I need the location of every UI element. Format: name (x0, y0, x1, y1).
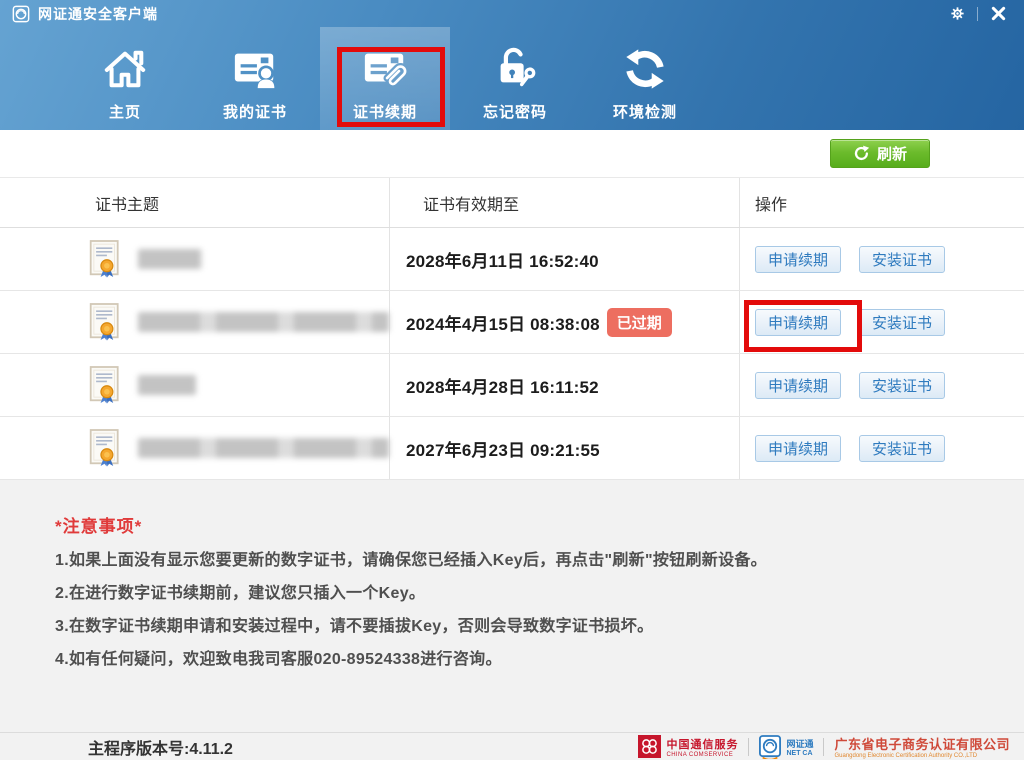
expiry-date: 2024年4月15日 08:38:08 (406, 314, 600, 334)
certificate-subject-redacted (138, 312, 389, 332)
certificate-subject-redacted (138, 249, 202, 269)
header-cert-subject: 证书主题 (0, 178, 390, 227)
certificate-icon (88, 428, 124, 468)
footer-logos: 中国通信服务 CHINA COMSERVICE 网证通 NET CA 广东省电子… (638, 734, 1010, 759)
header-actions: 操作 (755, 196, 788, 214)
renew-button[interactable]: 申请续期 (755, 371, 841, 399)
tab-environment-check[interactable]: 环境检测 (580, 27, 710, 130)
footer: 主程序版本号:4.11.2 中国通信服务 CHINA COMSERVICE 网证… (0, 732, 1024, 760)
home-icon (102, 43, 148, 95)
header-cert-expiry: 证书有效期至 (390, 178, 740, 227)
titlebar-divider (977, 6, 978, 21)
version-label: 主程序版本号:4.11.2 (88, 740, 233, 758)
expiry-date: 2028年6月11日 16:52:40 (406, 251, 599, 271)
main-nav: 主页 我的证书 证书续期 忘记密码 环境检测 (0, 27, 1024, 130)
tab-certificate-renewal[interactable]: 证书续期 (320, 27, 450, 130)
titlebar: 网证通安全客户端 (0, 0, 1024, 27)
gdca-logo: 广东省电子商务认证有限公司 Guangdong Electronic Certi… (834, 737, 1010, 759)
certificate-icon (88, 365, 124, 405)
note-item: 4.如有任何疑问，欢迎致电我司客服020-89524338进行咨询。 (55, 651, 502, 668)
id-card-person-icon (232, 43, 278, 95)
renew-button[interactable]: 申请续期 (755, 245, 841, 273)
certificate-subject-redacted (138, 438, 389, 458)
sync-arrows-icon (622, 43, 668, 95)
table-row: 2027年6月23日 09:21:55 申请续期 安装证书 (0, 417, 1024, 480)
install-button[interactable]: 安装证书 (859, 308, 945, 336)
footer-divider (823, 737, 825, 756)
table-header-row: 证书主题 证书有效期至 操作 (0, 178, 1024, 228)
unlock-wrench-icon (492, 43, 538, 95)
install-button[interactable]: 安装证书 (859, 434, 945, 462)
certificate-icon (88, 239, 124, 279)
tab-home[interactable]: 主页 (60, 27, 190, 130)
expiry-date: 2027年6月23日 09:21:55 (406, 440, 600, 460)
header: 网证通安全客户端 主页 我的证书 证书续期 忘记密码 环境检测 (0, 0, 1024, 130)
refresh-icon (853, 145, 870, 162)
table-row: 2028年6月11日 16:52:40 申请续期 安装证书 (0, 228, 1024, 291)
table-row: 2028年4月28日 16:11:52 申请续期 安装证书 (0, 354, 1024, 417)
window-controls (943, 3, 1012, 25)
refresh-button[interactable]: 刷新 (830, 139, 930, 168)
certificate-icon (88, 302, 124, 342)
toolbar: 刷新 (0, 130, 1024, 178)
footer-divider (748, 737, 750, 756)
note-item: 3.在数字证书续期申请和安装过程中，请不要插拔Key，否则会导致数字证书损坏。 (55, 618, 654, 635)
close-icon[interactable] (984, 3, 1012, 25)
settings-gear-icon[interactable] (943, 3, 971, 25)
certificate-subject-redacted (138, 375, 196, 395)
renew-button[interactable]: 申请续期 (755, 308, 841, 336)
netca-logo: 网证通 NET CA (759, 734, 813, 759)
expired-badge: 已过期 (606, 307, 672, 337)
note-item: 2.在进行数字证书续期前，建议您只插入一个Key。 (55, 585, 426, 602)
china-comservice-icon (638, 735, 662, 758)
app-logo-icon (12, 5, 30, 23)
certificate-paperclip-icon (362, 43, 408, 95)
renew-button[interactable]: 申请续期 (755, 434, 841, 462)
install-button[interactable]: 安装证书 (859, 245, 945, 273)
netca-client-window: 网证通安全客户端 主页 我的证书 证书续期 忘记密码 环境检测 刷新 证书主题 … (0, 0, 1024, 760)
app-title: 网证通安全客户端 (38, 5, 158, 22)
china-comservice-logo: 中国通信服务 CHINA COMSERVICE (638, 735, 738, 758)
notes-title: *注意事项* (55, 517, 143, 536)
expiry-date: 2028年4月28日 16:11:52 (406, 377, 599, 397)
install-button[interactable]: 安装证书 (859, 371, 945, 399)
notes-section: *注意事项* 1.如果上面没有显示您要更新的数字证书，请确保您已经插入Key后，… (0, 480, 1024, 760)
tab-my-certificates[interactable]: 我的证书 (190, 27, 320, 130)
certificate-table: 证书主题 证书有效期至 操作 2028年6月11日 16:52:40 申请续期 … (0, 178, 1024, 480)
netca-icon (759, 734, 782, 759)
table-row: 2024年4月15日 08:38:08 已过期 申请续期 安装证书 (0, 291, 1024, 354)
note-item: 1.如果上面没有显示您要更新的数字证书，请确保您已经插入Key后，再点击"刷新"… (55, 552, 767, 569)
tab-forgot-password[interactable]: 忘记密码 (450, 27, 580, 130)
